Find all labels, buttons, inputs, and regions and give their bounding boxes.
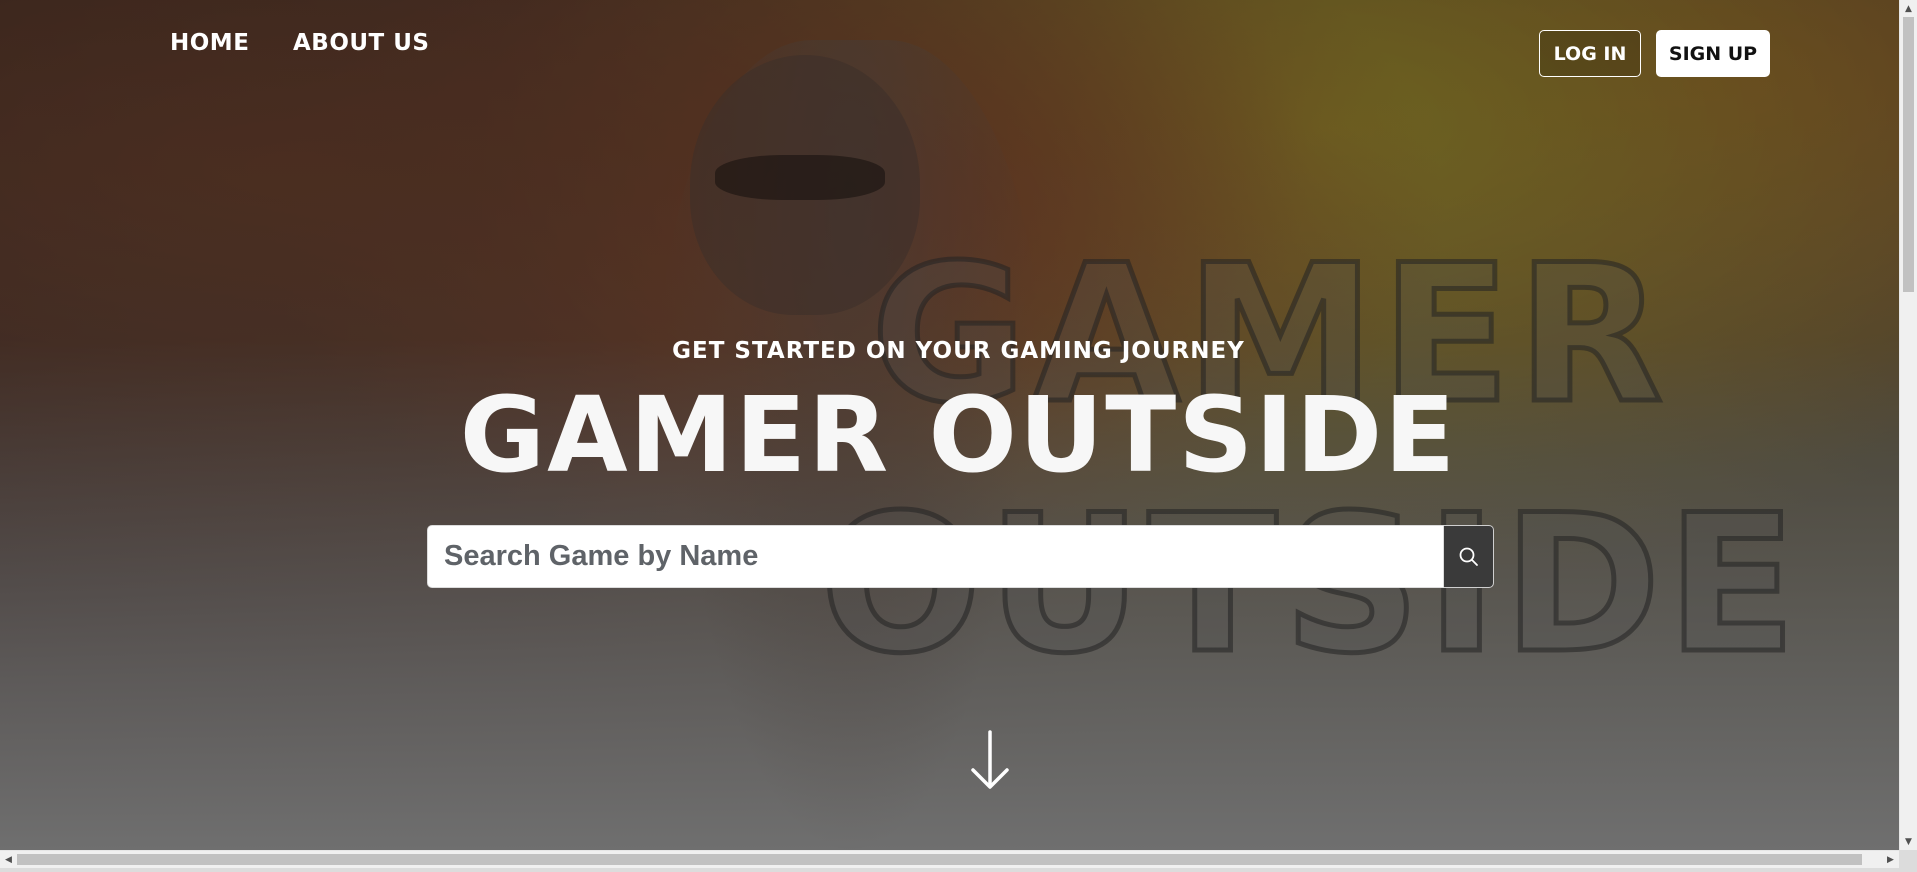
horizontal-scrollbar-thumb[interactable] bbox=[17, 854, 1862, 865]
signup-button[interactable]: SIGN UP bbox=[1656, 30, 1770, 77]
window-bottom-edge bbox=[0, 868, 1899, 872]
hero-subtitle: GET STARTED ON YOUR GAMING JOURNEY bbox=[672, 338, 1245, 364]
login-button[interactable]: LOG IN bbox=[1539, 30, 1641, 77]
scrollbar-corner bbox=[1899, 850, 1917, 872]
search-input[interactable] bbox=[427, 525, 1444, 588]
nav-about-link[interactable]: ABOUT US bbox=[293, 30, 430, 56]
search-button[interactable] bbox=[1444, 525, 1494, 588]
hero-title: GAMER OUTSIDE bbox=[459, 374, 1458, 496]
hero-section: GAMER OUTSIDE HOME ABOUT US LOG IN SIGN … bbox=[0, 0, 1899, 850]
horizontal-scrollbar[interactable]: ◀ ▶ bbox=[0, 850, 1899, 868]
vertical-scrollbar-thumb[interactable] bbox=[1903, 17, 1914, 292]
search-bar bbox=[427, 525, 1494, 588]
scroll-right-arrow-icon[interactable]: ▶ bbox=[1882, 851, 1899, 868]
vertical-scrollbar[interactable]: ▲ ▼ bbox=[1899, 0, 1917, 850]
nav-home-link[interactable]: HOME bbox=[170, 30, 249, 56]
scroll-up-arrow-icon[interactable]: ▲ bbox=[1900, 0, 1917, 17]
scroll-left-arrow-icon[interactable]: ◀ bbox=[0, 851, 17, 868]
background-character-glasses bbox=[715, 155, 885, 200]
arrow-down-icon[interactable] bbox=[965, 728, 1015, 792]
search-icon bbox=[1459, 547, 1478, 566]
scroll-down-arrow-icon[interactable]: ▼ bbox=[1900, 833, 1917, 850]
